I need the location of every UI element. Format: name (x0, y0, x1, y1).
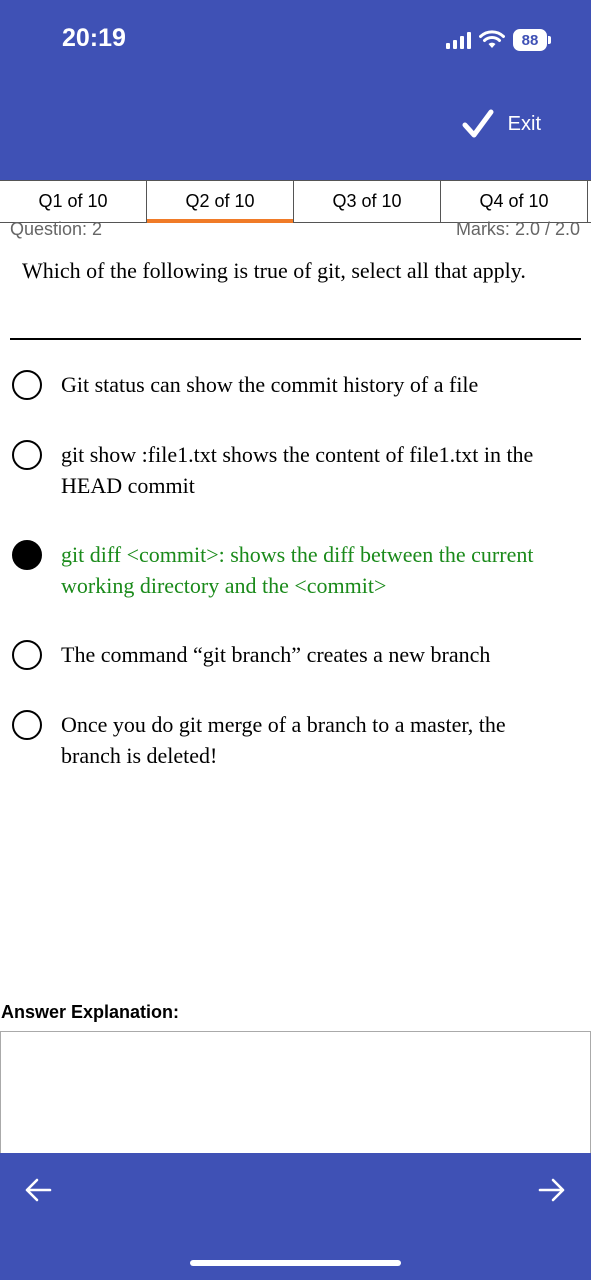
marks-label: Marks: 2.0 / 2.0 (455, 219, 580, 239)
answer-option-4[interactable]: The command “git branch” creates a new b… (12, 639, 572, 670)
answer-explanation-box (0, 1031, 591, 1155)
option-text: Git status can show the commit history o… (61, 372, 479, 397)
radio-button[interactable] (12, 640, 42, 670)
checkmark-icon (462, 109, 494, 138)
top-app-bar: 20:19 88 Exit (0, 0, 591, 180)
radio-button-selected[interactable] (12, 540, 42, 570)
answer-option-3[interactable]: git diff <commit>: shows the diff betwee… (12, 539, 572, 601)
question-tabs: Q1 of 10 Q2 of 10 Q3 of 10 Q4 of 10 (0, 180, 591, 223)
option-text: git show :file1.txt shows the content of… (61, 442, 534, 498)
option-text: Once you do git merge of a branch to a m… (61, 712, 506, 768)
answer-option-2[interactable]: git show :file1.txt shows the content of… (12, 439, 572, 501)
answer-explanation-label: Answer Explanation: (1, 1002, 180, 1022)
exit-label: Exit (507, 112, 541, 135)
tab-q2[interactable]: Q2 of 10 (147, 181, 294, 223)
answer-option-5[interactable]: Once you do git merge of a branch to a m… (12, 709, 572, 771)
cellular-signal-icon (446, 31, 471, 49)
divider (10, 338, 581, 340)
tab-q1[interactable]: Q1 of 10 (0, 181, 147, 222)
exit-button[interactable]: Exit (462, 108, 541, 140)
previous-button[interactable] (18, 1175, 58, 1205)
radio-button[interactable] (12, 440, 42, 470)
tab-q4[interactable]: Q4 of 10 (441, 181, 588, 222)
arrow-left-icon (25, 1178, 52, 1202)
option-text: The command “git branch” creates a new b… (61, 642, 491, 667)
radio-button[interactable] (12, 370, 42, 400)
next-button[interactable] (532, 1175, 572, 1205)
home-indicator (190, 1260, 401, 1266)
arrow-right-icon (538, 1178, 565, 1202)
battery-icon: 88 (513, 29, 551, 51)
tab-q3[interactable]: Q3 of 10 (294, 181, 441, 222)
radio-button[interactable] (12, 710, 42, 740)
status-icons: 88 (446, 27, 551, 53)
wifi-icon (479, 30, 505, 48)
question-text: Which of the following is true of git, s… (22, 258, 526, 283)
battery-level: 88 (513, 29, 547, 51)
answer-option-1[interactable]: Git status can show the commit history o… (12, 369, 572, 400)
question-number: Question: 2 (10, 219, 103, 239)
option-text-correct: git diff <commit>: shows the diff betwee… (61, 542, 534, 598)
status-time: 20:19 (62, 24, 126, 52)
